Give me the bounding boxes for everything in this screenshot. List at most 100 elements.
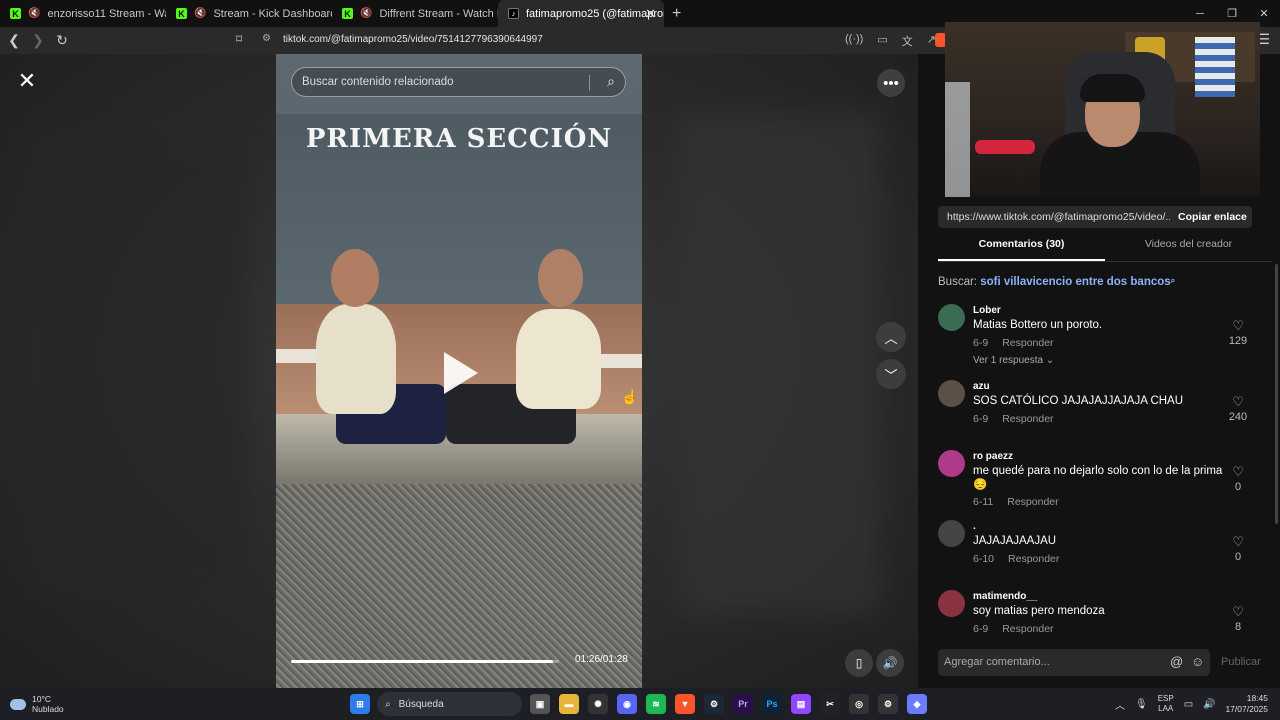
like-count: 0 <box>1234 551 1242 563</box>
mute-icon[interactable]: 🔇 <box>360 8 372 19</box>
new-tab-button[interactable]: + <box>664 5 689 23</box>
bookmark-icon[interactable]: ⌑ <box>236 32 242 46</box>
network-icon[interactable]: ▭ <box>1184 699 1193 710</box>
reply-link[interactable]: Responder <box>1008 553 1059 565</box>
browser-tab-active[interactable]: ♪ fatimapromo25 (@fatimapromo ✕ <box>498 0 664 27</box>
avatar[interactable] <box>938 450 965 477</box>
more-options-button[interactable]: ••• <box>877 69 905 97</box>
heart-icon[interactable]: ♡ <box>1232 394 1244 410</box>
emoji-icon[interactable]: ☺ <box>1191 654 1204 669</box>
lang-bottom: LAA <box>1158 704 1174 713</box>
taskbar-apps: ⊞ <box>350 694 379 714</box>
cast-icon[interactable]: ((·)) <box>845 33 863 49</box>
heart-icon[interactable]: ♡ <box>1232 604 1244 620</box>
volume-button[interactable]: 🔊 <box>876 649 904 677</box>
reply-link[interactable]: Responder <box>1002 337 1053 349</box>
like-count: 0 <box>1234 481 1242 493</box>
tab-creator-videos[interactable]: Videos del creador <box>1105 238 1272 261</box>
back-icon[interactable]: ❮ <box>4 32 24 49</box>
video-player[interactable]: Buscar contenido relacionado ⌕ PRIMERA S… <box>276 54 642 688</box>
tab-label: Stream - Kick Dashboard <box>213 7 332 20</box>
weather-widget[interactable]: 10°C Nublado <box>10 694 64 714</box>
avatar[interactable] <box>938 520 965 547</box>
windows-start-icon[interactable]: ⊞ <box>350 694 370 714</box>
comment-item: azu SOS CATÓLICO JAJAJAJJAJAJA CHAU 6-9 … <box>938 380 1254 450</box>
spotify-icon[interactable]: ≋ <box>646 694 666 714</box>
reload-icon[interactable]: ↻ <box>52 32 72 49</box>
heart-icon[interactable]: ♡ <box>1232 318 1244 334</box>
blurred-backdrop <box>30 134 250 594</box>
premiere-icon[interactable]: Pr <box>733 694 753 714</box>
comment-list: Lober Matias Bottero un poroto. 6-9 Resp… <box>938 304 1254 660</box>
language-indicator[interactable]: ESP LAA <box>1158 694 1174 714</box>
mention-icon[interactable]: @ <box>1170 654 1183 669</box>
like-count: 240 <box>1228 411 1248 423</box>
progress-fill <box>291 660 553 663</box>
view-replies-link[interactable]: Ver 1 respuesta ⌄ <box>973 355 1054 366</box>
comment-username[interactable]: Lober <box>973 305 1001 316</box>
chevron-up-icon[interactable]: ︿ <box>1115 697 1125 712</box>
heart-icon[interactable]: ♡ <box>1232 464 1244 480</box>
like-count: 8 <box>1234 621 1242 633</box>
comment-username[interactable]: matimendo__ <box>973 591 1037 602</box>
browser-tab-1[interactable]: K 🔇 enzorisso11 Stream - Watch Live <box>0 0 166 27</box>
steam-icon[interactable]: ⚙ <box>704 694 724 714</box>
translate-icon[interactable]: 文 <box>902 33 913 49</box>
chatgpt-icon[interactable]: ✺ <box>588 694 608 714</box>
speaker-icon[interactable]: 🔊 <box>1203 699 1215 710</box>
cloud-icon <box>10 698 26 710</box>
avatar[interactable] <box>938 590 965 617</box>
microphone-icon[interactable]: 🎙 <box>1135 699 1148 710</box>
comment-username[interactable]: azu <box>973 381 990 392</box>
mute-icon[interactable]: 🔇 <box>28 8 40 19</box>
reply-link[interactable]: Responder <box>1002 413 1053 425</box>
search-icon: ⌕ <box>1170 276 1176 285</box>
task-view-icon[interactable]: ▣ <box>530 694 550 714</box>
streamer-hair <box>1080 74 1145 102</box>
search-icon[interactable]: ⌕ <box>607 73 615 90</box>
browser-tab-3[interactable]: K 🔇 Diffrent Stream - Watch Live on K <box>332 0 498 27</box>
clock[interactable]: 18:45 17/07/2025 <box>1225 693 1268 715</box>
reply-link[interactable]: Responder <box>1007 496 1058 508</box>
previous-video-button[interactable]: ︿ <box>876 322 906 352</box>
browser-tab-2[interactable]: K 🔇 Stream - Kick Dashboard <box>166 0 332 27</box>
search-suggestion-link[interactable]: sofi villavicencio entre dos bancos <box>980 276 1170 288</box>
share-link[interactable]: https://www.tiktok.com/@fatimapromo25/vi… <box>938 211 1170 223</box>
file-explorer-icon[interactable]: ▬ <box>559 694 579 714</box>
settings-icon[interactable]: ⚙ <box>878 694 898 714</box>
photoshop-icon[interactable]: Ps <box>762 694 782 714</box>
obs-icon[interactable]: ◎ <box>849 694 869 714</box>
avatar[interactable] <box>938 304 965 331</box>
mute-icon[interactable]: 🔇 <box>194 8 206 19</box>
comment-meta: 6-9 Responder <box>973 337 1054 349</box>
forward-icon[interactable]: ❯ <box>28 32 48 49</box>
publish-button[interactable]: Publicar <box>1221 656 1261 668</box>
brave-icon[interactable]: ▼ <box>675 694 695 714</box>
next-video-button[interactable]: ﹀ <box>876 359 906 389</box>
video-progress-bar[interactable] <box>291 660 559 663</box>
webcam-overlay <box>945 22 1260 197</box>
tab-comments[interactable]: Comentarios (30) <box>938 238 1105 261</box>
app-icon[interactable]: ◆ <box>907 694 927 714</box>
close-tab-icon[interactable]: ✕ <box>645 6 656 22</box>
copy-link-button[interactable]: Copiar enlace <box>1170 211 1247 223</box>
avatar[interactable] <box>938 380 965 407</box>
twitch-icon[interactable]: ▤ <box>791 694 811 714</box>
capcut-icon[interactable]: ✂ <box>820 694 840 714</box>
discord-icon[interactable]: ◉ <box>617 694 637 714</box>
site-info-icon[interactable]: ⚙ <box>262 33 271 44</box>
comment-date: 6-9 <box>973 337 989 349</box>
reply-link[interactable]: Responder <box>1002 623 1053 635</box>
comments-scrollbar[interactable] <box>1275 264 1278 524</box>
play-icon[interactable] <box>444 352 478 394</box>
url-field[interactable]: tiktok.com/@fatimapromo25/video/75141277… <box>283 34 543 45</box>
heart-icon[interactable]: ♡ <box>1232 534 1244 550</box>
related-search-input[interactable]: Buscar contenido relacionado ⌕ <box>291 67 626 97</box>
close-viewer-button[interactable]: ✕ <box>14 68 40 94</box>
comment-username[interactable]: . <box>973 521 976 532</box>
mini-player-button[interactable]: ▯ <box>845 649 873 677</box>
comment-username[interactable]: ro paezz <box>973 451 1013 462</box>
url-actions: ((·)) ▭ 文 ↗ <box>845 33 936 49</box>
screen-icon[interactable]: ▭ <box>877 33 887 49</box>
taskbar-search[interactable]: ⌕ Búsqueda <box>377 692 522 716</box>
